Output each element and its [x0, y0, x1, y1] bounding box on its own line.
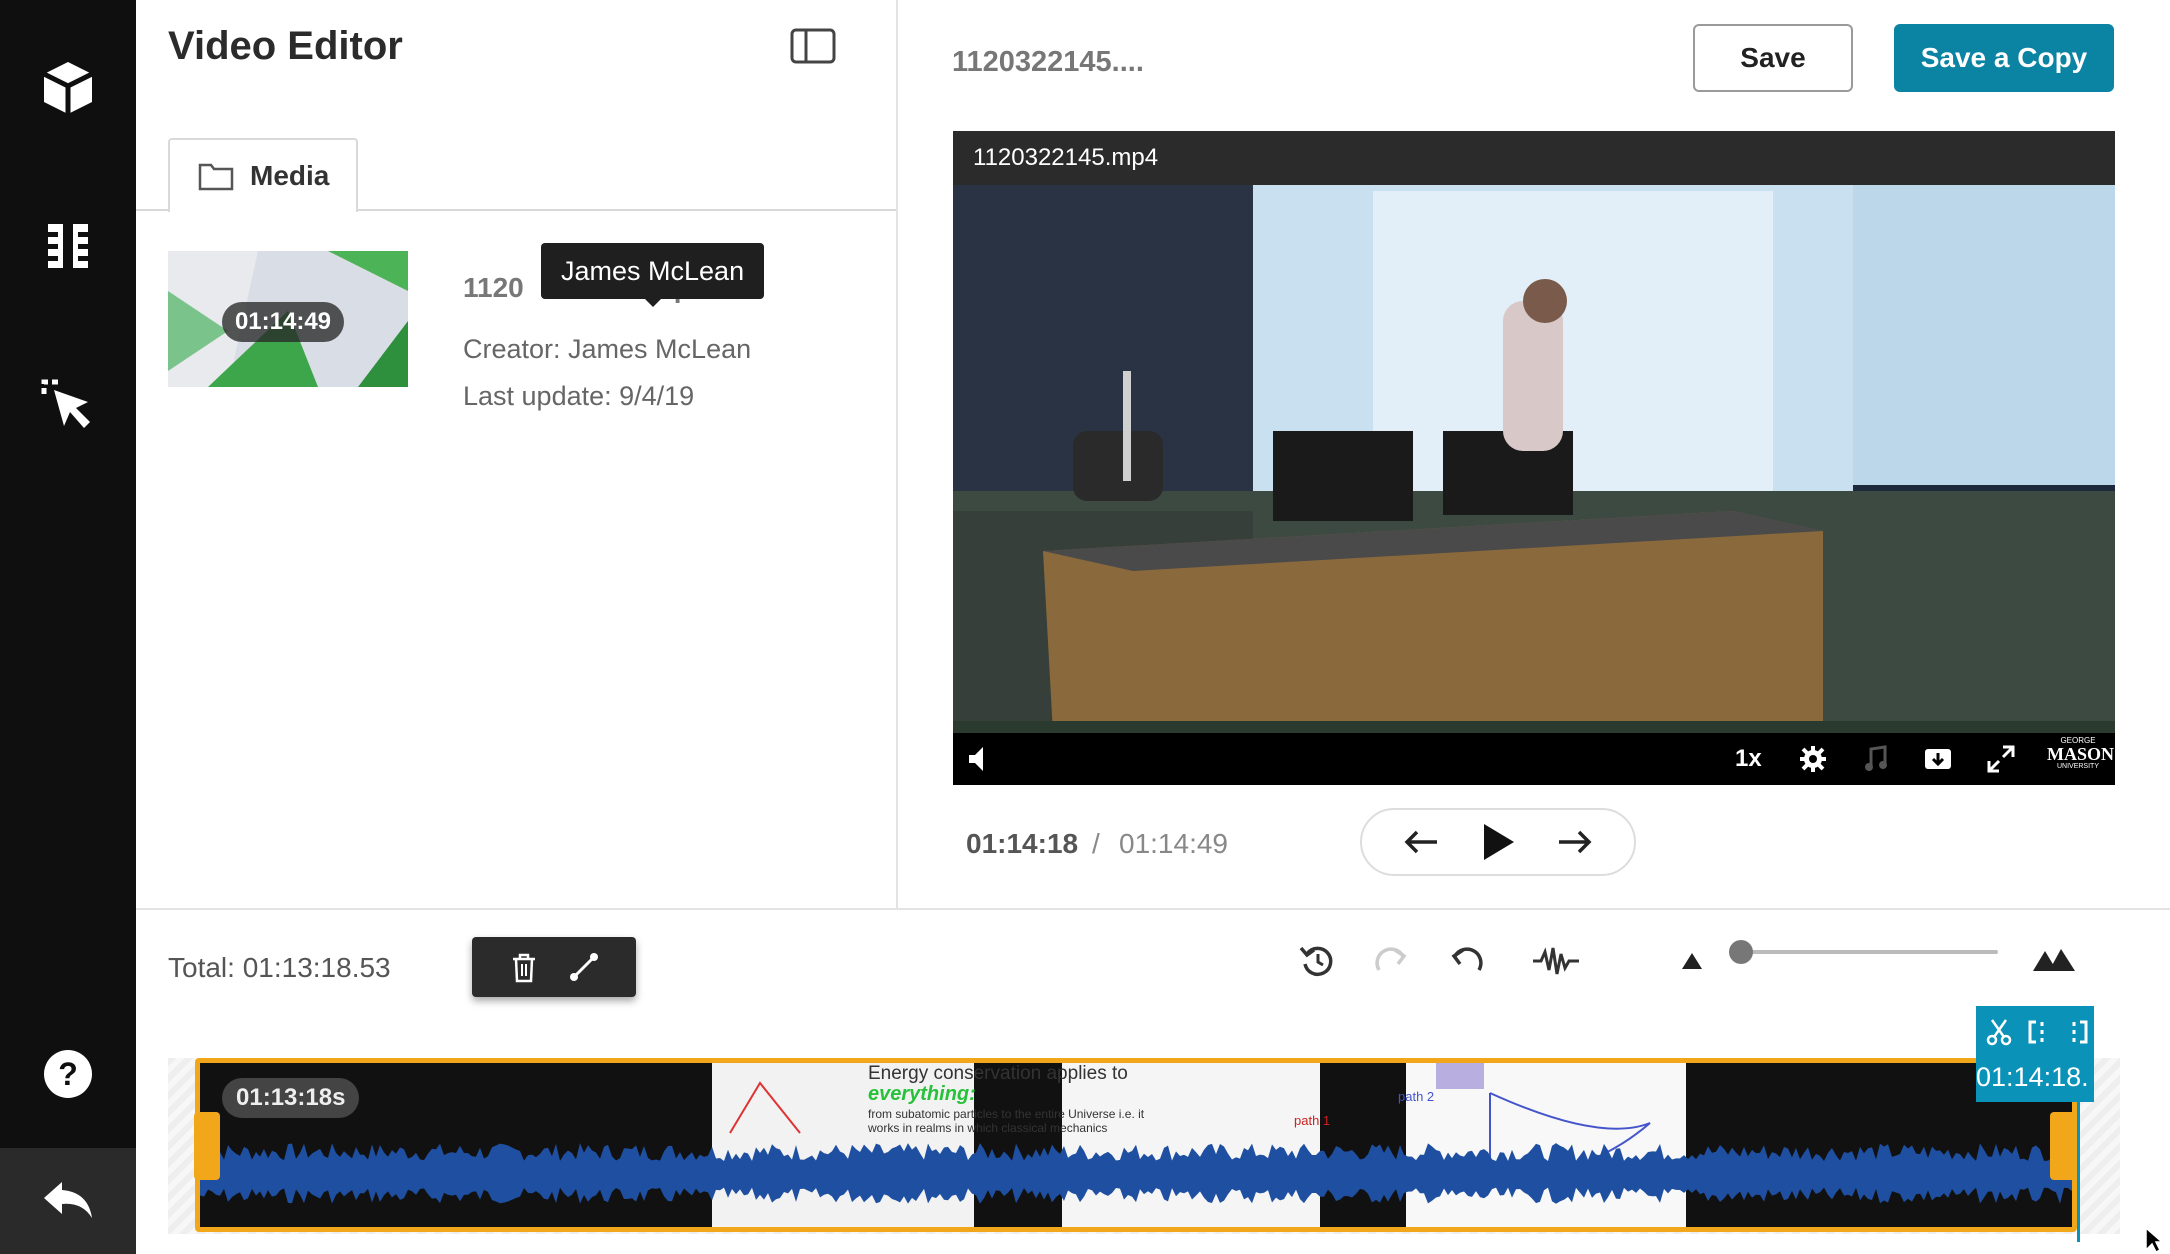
waveform-icon[interactable]	[1530, 935, 1582, 987]
fullscreen-icon[interactable]	[1987, 745, 2015, 773]
zoom-out-icon[interactable]	[1666, 935, 1718, 987]
trim-handle-left[interactable]	[194, 1112, 220, 1180]
timeline-divider	[136, 908, 2170, 910]
playhead-line[interactable]	[2077, 1100, 2080, 1242]
trash-icon[interactable]	[509, 951, 539, 983]
transport-controls	[1360, 808, 1636, 876]
save-button[interactable]: Save	[1693, 24, 1853, 92]
player-controls: 1x GEORGE MASON UNIVERSITY	[953, 733, 2115, 785]
timeline-clip[interactable]: Energy conservation applies to everythin…	[195, 1058, 2077, 1232]
tooltip-arrow	[644, 298, 662, 307]
film-strip-icon[interactable]	[34, 212, 102, 280]
reset-icon[interactable]	[1292, 935, 1344, 987]
video-player[interactable]: 1120322145.mp4 1x GEORGE MASON UNIVERSIT…	[953, 131, 2115, 785]
cube-icon[interactable]	[34, 54, 102, 122]
media-creator: Creator: James McLean	[463, 334, 752, 364]
split-icon[interactable]	[1986, 1018, 2012, 1046]
media-name-start: 1120	[463, 272, 524, 303]
fade-icon[interactable]	[568, 951, 600, 983]
tab-media[interactable]: Media	[168, 138, 358, 212]
clip-duration-label: 01:13:18s	[222, 1078, 360, 1118]
brand-line-3: UNIVERSITY	[2056, 763, 2099, 770]
slide-text-6: path 2	[1398, 1089, 1435, 1104]
clip-filmstrip	[200, 1063, 2072, 1227]
clip-actions	[472, 937, 636, 997]
cursor-click-icon[interactable]	[34, 372, 102, 440]
download-icon[interactable]	[1923, 745, 1953, 773]
zoom-slider-handle[interactable]	[1729, 940, 1754, 964]
tab-media-label: Media	[250, 160, 330, 191]
gear-icon[interactable]	[1799, 745, 1827, 773]
arrow-left-icon[interactable]	[1403, 828, 1439, 856]
media-pane	[136, 0, 898, 908]
video-frame	[953, 131, 2115, 733]
undo-icon[interactable]	[1440, 935, 1492, 987]
arrow-right-icon[interactable]	[1557, 828, 1593, 856]
help-icon[interactable]: ?	[34, 1040, 102, 1108]
page-title: Video Editor	[168, 24, 403, 68]
total-duration: Total: 01:13:18.53	[168, 952, 391, 983]
slide-text-5: path 1	[1294, 1113, 1331, 1128]
play-icon[interactable]	[1480, 822, 1516, 862]
back-button[interactable]	[0, 1148, 136, 1254]
current-time: 01:14:18	[966, 828, 1079, 859]
brand-line-2: MASON	[2047, 744, 2114, 764]
folder-icon	[198, 163, 234, 191]
trim-end-icon[interactable]	[2066, 1018, 2090, 1046]
trim-start-icon[interactable]	[2026, 1018, 2050, 1046]
slide-text-4: works in realms in which classical mecha…	[868, 1121, 1108, 1135]
svg-text:?: ?	[58, 1056, 78, 1092]
slide-text-1: Energy conservation applies to	[868, 1063, 1128, 1084]
speed-control[interactable]: 1x	[1735, 745, 1762, 773]
player-file-name: 1120322145.mp4	[973, 144, 1159, 171]
tooltip: James McLean	[541, 243, 765, 299]
redo-icon[interactable]	[1366, 935, 1418, 987]
trim-handle-right[interactable]	[2050, 1112, 2076, 1180]
total-time: 01:14:49	[1119, 828, 1228, 859]
panel-toggle-icon[interactable]	[790, 28, 836, 64]
playhead-time: 01:14:18.	[1976, 1062, 2089, 1092]
file-title: 1120322145....	[952, 46, 1144, 78]
slide-text-2: everything:	[868, 1083, 976, 1105]
volume-icon[interactable]	[967, 745, 991, 773]
music-note-icon[interactable]	[1863, 745, 1889, 773]
player-title-bar: 1120322145.mp4	[953, 131, 2115, 185]
slide-text-3: from subatomic particles to the entire U…	[868, 1107, 1145, 1121]
time-separator: /	[1092, 828, 1100, 859]
save-copy-button[interactable]: Save a Copy	[1894, 24, 2114, 92]
zoom-in-icon[interactable]	[2028, 935, 2080, 987]
mouse-cursor-icon	[2145, 1226, 2164, 1254]
zoom-slider[interactable]	[1736, 950, 1998, 954]
brand-logo: GEORGE MASON UNIVERSITY	[2047, 737, 2114, 771]
duration-badge: 01:14:49	[222, 302, 344, 342]
left-rail: ?	[0, 0, 136, 1254]
media-last-update: Last update: 9/4/19	[463, 381, 695, 411]
